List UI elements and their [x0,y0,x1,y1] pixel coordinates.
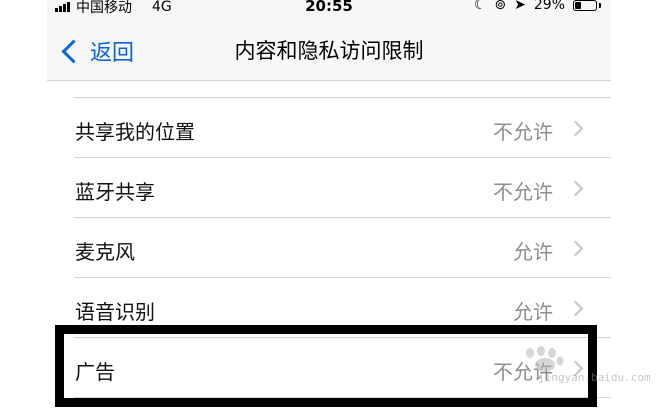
battery-percent: 29% [533,0,565,13]
list-item-label: 共享我的位置 [75,120,195,144]
chevron-right-icon [567,300,584,317]
list-item-bluetooth-sharing[interactable]: 蓝牙共享 不允许 [74,158,611,218]
navigation-bar: 返回 内容和隐私访问限制 [47,18,611,81]
chevron-right-icon [567,360,584,377]
chevron-right-icon [567,180,584,197]
list-item-label: 蓝牙共享 [75,180,155,204]
list-item-value: 不允许 [493,120,553,144]
list-item-microphone[interactable]: 麦克风 允许 [74,218,611,278]
page-title: 内容和隐私访问限制 [234,39,424,63]
battery-tip [599,2,601,8]
list-item-advertising[interactable]: 广告 不允许 [74,338,611,398]
list-item-value: 不允许 [493,180,553,204]
list-item-share-location[interactable]: 共享我的位置 不允许 [74,98,611,158]
moon-icon: ☾ [473,0,487,13]
status-bar: 中国移动 4G 20:55 ☾ ⊚ ➤ 29% [47,0,611,18]
list-item-value: 不允许 [493,360,553,384]
list-item-value: 允许 [513,240,553,264]
list-item-label: 语音识别 [75,300,155,324]
location-arrow-icon: ➤ [514,0,526,13]
list-item-partial [74,81,611,98]
list-item-label: 麦克风 [75,240,135,264]
list-item-speech-recognition[interactable]: 语音识别 允许 [74,278,611,338]
orientation-lock-icon: ⊚ [494,0,507,13]
status-right: ☾ ⊚ ➤ 29% [474,0,601,13]
chevron-right-icon [567,240,584,257]
list-item-value: 允许 [513,300,553,324]
list-item-label: 广告 [75,360,115,384]
phone-screen: 中国移动 4G 20:55 ☾ ⊚ ➤ 29% 返回 内容和隐私访问限制 共享我… [47,0,611,411]
settings-list: 共享我的位置 不允许 蓝牙共享 不允许 麦克风 允许 语音识别 允许 广告 不允… [47,81,611,398]
chevron-right-icon [567,120,584,137]
battery-icon [573,0,597,11]
